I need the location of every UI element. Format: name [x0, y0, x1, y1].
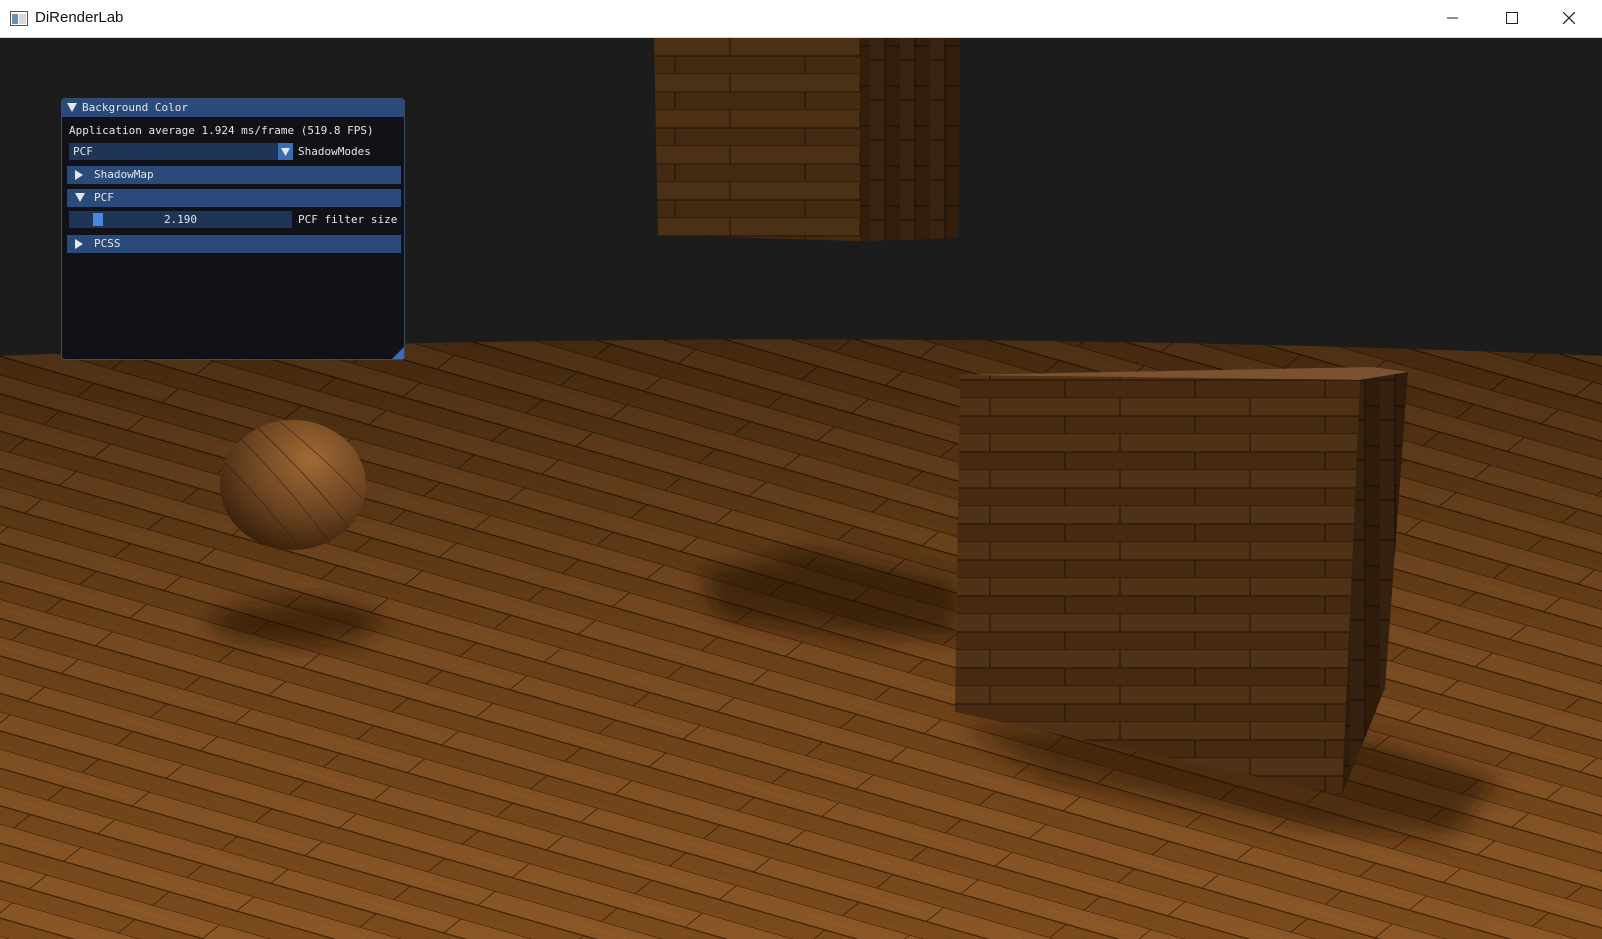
panel-title: Background Color — [82, 101, 188, 114]
triangle-down-icon[interactable] — [67, 103, 77, 112]
close-button[interactable] — [1546, 0, 1592, 37]
shadow-modes-label: ShadowModes — [298, 145, 371, 158]
section-header-pcf[interactable]: PCF — [67, 189, 401, 207]
resize-grip-icon[interactable] — [392, 347, 404, 359]
triangle-down-icon — [75, 193, 85, 202]
minimize-icon — [1447, 17, 1458, 19]
imgui-panel[interactable]: Background Color Application average 1.9… — [61, 98, 405, 360]
triangle-right-icon — [75, 170, 83, 180]
hanging-cube — [654, 38, 960, 241]
section-label: PCF — [94, 191, 114, 204]
section-label: PCSS — [94, 237, 121, 250]
minimize-button[interactable] — [1430, 0, 1476, 37]
section-header-shadowmap[interactable]: ShadowMap — [67, 166, 401, 184]
pcf-filter-size-slider[interactable]: 2.190 — [69, 211, 292, 228]
window-title: DiRenderLab — [35, 9, 124, 26]
section-label: ShadowMap — [94, 168, 154, 181]
triangle-down-icon — [281, 148, 290, 156]
close-icon — [1563, 12, 1575, 24]
sphere-shadow — [210, 601, 380, 645]
fps-readout: Application average 1.924 ms/frame (519.… — [69, 124, 374, 137]
wood-sphere — [220, 420, 366, 550]
maximize-button[interactable] — [1489, 0, 1535, 37]
triangle-right-icon — [75, 239, 83, 249]
combo-dropdown-button[interactable] — [278, 143, 293, 160]
section-header-pcss[interactable]: PCSS — [67, 235, 401, 253]
maximize-icon — [1506, 12, 1518, 24]
pcf-filter-size-label: PCF filter size — [298, 213, 398, 226]
shadow-mode-value: PCF — [73, 145, 93, 158]
shadow-mode-combo[interactable]: PCF — [69, 143, 293, 160]
render-viewport[interactable]: Background Color Application average 1.9… — [0, 38, 1602, 939]
slider-value: 2.190 — [163, 213, 198, 226]
panel-title-bar[interactable]: Background Color — [62, 99, 404, 117]
window-titlebar[interactable]: DiRenderLab — [0, 0, 1602, 38]
app-window-icon — [10, 11, 28, 26]
